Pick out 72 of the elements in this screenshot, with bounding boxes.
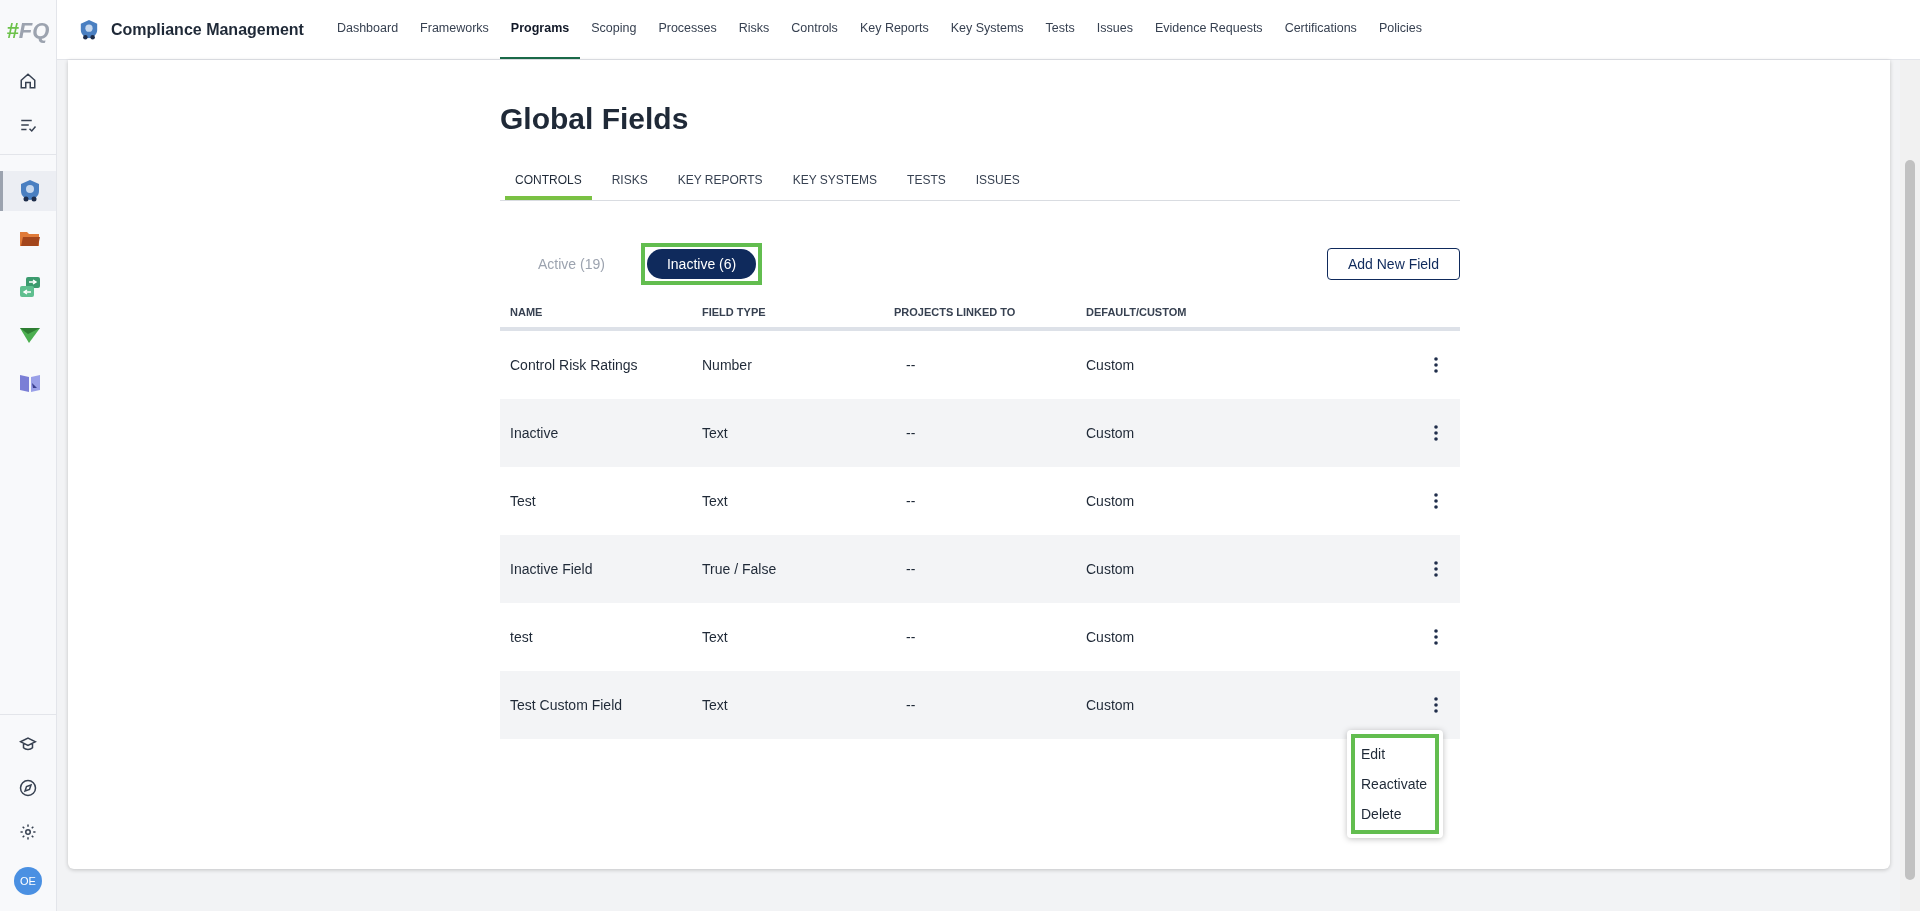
column-header: FIELD TYPE xyxy=(702,304,767,320)
table-cell-text: Test Custom Field xyxy=(510,695,624,715)
filter-pill[interactable]: Inactive (6) xyxy=(646,249,757,279)
app-switcher-item[interactable] xyxy=(0,171,56,211)
app-title: Compliance Management xyxy=(111,19,304,40)
scrollbar-thumb[interactable] xyxy=(1905,160,1915,880)
more-options-icon[interactable] xyxy=(1434,697,1438,713)
table-cell-text: Custom xyxy=(1086,423,1136,443)
table-cell-text: Inactive xyxy=(510,423,560,443)
table-cell-text: -- xyxy=(905,695,917,715)
page-title: Global Fields xyxy=(500,101,690,137)
shield-badge-icon xyxy=(18,179,41,203)
tab[interactable]: KEY REPORTS xyxy=(667,163,773,200)
folder-icon xyxy=(18,230,41,248)
nav-link[interactable]: Key Systems xyxy=(939,0,1035,59)
compass-icon[interactable] xyxy=(19,779,37,797)
table-cell-text: -- xyxy=(905,491,917,511)
table-cell-text: Test xyxy=(510,491,537,511)
table-cell-text: Custom xyxy=(1086,627,1136,647)
table-cell-text: Number xyxy=(702,355,753,375)
table-cell-text: Custom xyxy=(1086,695,1136,715)
nav-link[interactable]: Scoping xyxy=(580,0,648,59)
nav-link[interactable]: Tests xyxy=(1034,0,1086,59)
nav-link[interactable]: Dashboard xyxy=(325,0,410,59)
tab[interactable]: ISSUES xyxy=(965,163,1030,200)
sync-icon xyxy=(18,276,41,298)
more-options-icon[interactable] xyxy=(1434,493,1438,509)
table-cell-text: Text xyxy=(702,491,729,511)
tab[interactable]: KEY SYSTEMS xyxy=(782,163,888,200)
tab[interactable]: RISKS xyxy=(601,163,658,200)
more-options-icon[interactable] xyxy=(1434,425,1438,441)
graduation-cap-icon[interactable] xyxy=(19,735,37,753)
menu-item[interactable]: Edit xyxy=(1355,739,1428,769)
column-header: DEFAULT/CUSTOM xyxy=(1086,304,1188,320)
table-cell-text: -- xyxy=(905,423,917,443)
more-options-icon[interactable] xyxy=(1434,561,1438,577)
tab[interactable]: CONTROLS xyxy=(505,163,592,200)
nav-link[interactable]: Issues xyxy=(1085,0,1144,59)
menu-item[interactable]: Reactivate xyxy=(1355,769,1428,799)
nav-link[interactable]: Processes xyxy=(647,0,728,59)
nav-link[interactable]: Key Reports xyxy=(848,0,940,59)
table-cell-text: Text xyxy=(702,423,729,443)
table-cell-text: Custom xyxy=(1086,491,1136,511)
menu-item[interactable]: Delete xyxy=(1355,799,1428,829)
shield-badge-icon xyxy=(79,17,99,42)
table-cell-text: -- xyxy=(905,559,917,579)
nav-link[interactable]: Policies xyxy=(1367,0,1433,59)
more-options-icon[interactable] xyxy=(1434,357,1438,373)
paper-plane-icon xyxy=(18,326,41,344)
nav-link[interactable]: Risks xyxy=(727,0,781,59)
nav-link[interactable]: Evidence Requests xyxy=(1143,0,1274,59)
table-cell-text: Control Risk Ratings xyxy=(510,355,639,375)
table-cell-text: test xyxy=(510,627,534,647)
table-cell-text: -- xyxy=(905,355,917,375)
table-cell-text: -- xyxy=(905,627,917,647)
table-cell-text: Custom xyxy=(1086,355,1136,375)
settings-icon[interactable] xyxy=(19,823,37,841)
add-new-field-button[interactable]: Add New Field xyxy=(1326,248,1460,280)
book-icon xyxy=(18,373,41,393)
column-header: NAME xyxy=(510,304,544,320)
table-cell-text: Inactive Field xyxy=(510,559,594,579)
nav-link[interactable]: Frameworks xyxy=(409,0,500,59)
nav-link[interactable]: Certifications xyxy=(1273,0,1368,59)
more-options-icon[interactable] xyxy=(1434,629,1438,645)
nav-link[interactable]: Controls xyxy=(780,0,849,59)
table-cell-text: Custom xyxy=(1086,559,1136,579)
table-cell-text: True / False xyxy=(702,559,778,579)
column-header: PROJECTS LINKED TO xyxy=(894,304,1017,320)
tab[interactable]: TESTS xyxy=(897,163,956,200)
table-cell-text: Text xyxy=(702,627,729,647)
home-icon[interactable] xyxy=(19,72,37,90)
table-cell-text: Text xyxy=(702,695,729,715)
